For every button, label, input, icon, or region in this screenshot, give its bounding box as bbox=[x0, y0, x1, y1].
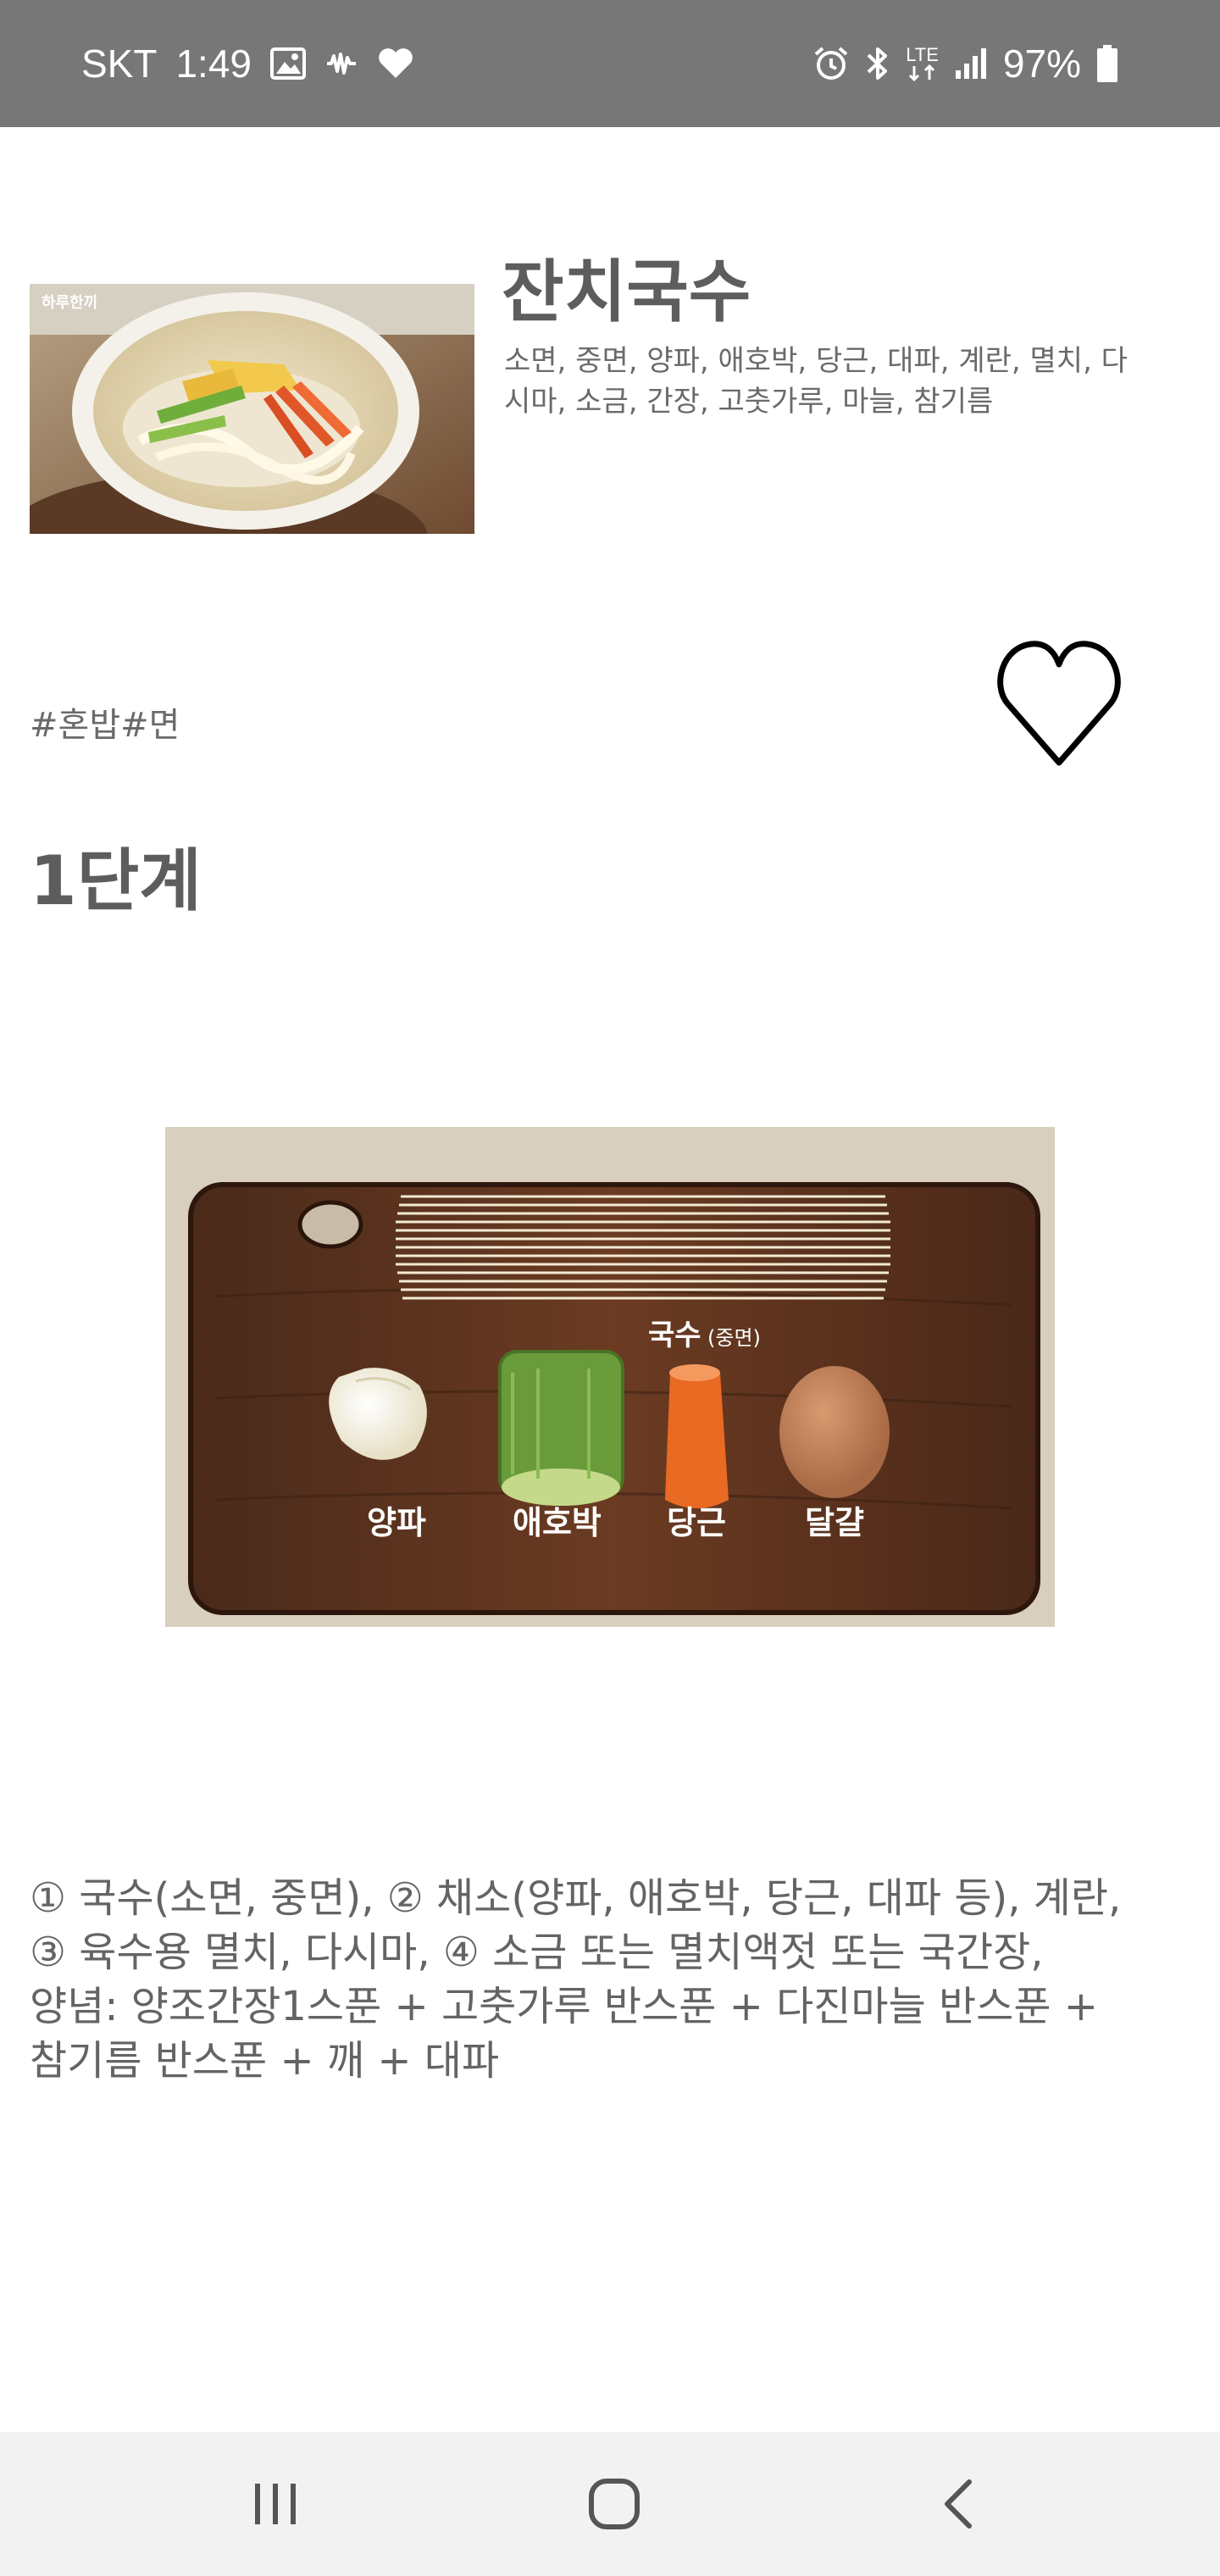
back-button[interactable] bbox=[873, 2432, 1042, 2576]
clock: 1:49 bbox=[175, 42, 252, 86]
zucchini-label: 애호박 bbox=[513, 1504, 602, 1541]
recipe-title: 잔치국수 bbox=[502, 253, 751, 331]
step-description: ① 국수(소면, 중면), ② 채소(양파, 애호박, 당근, 대파 등), 계… bbox=[30, 1871, 1199, 2088]
bluetooth-icon bbox=[865, 44, 890, 83]
voicemail-icon bbox=[324, 51, 358, 76]
home-button[interactable] bbox=[530, 2432, 699, 2576]
navigation-bar bbox=[0, 2432, 1220, 2576]
egg-label: 달걀 bbox=[805, 1504, 864, 1541]
recipe-tags: #혼밥#면 bbox=[30, 706, 180, 745]
carrier-label: SKT bbox=[81, 42, 158, 86]
step-description-line: 양념: 양조간장1스푼 + 고춧가루 반스푼 + 다진마늘 반스푼 + bbox=[30, 1983, 1098, 2030]
step-description-line: 참기름 반스푼 + 깨 + 대파 bbox=[30, 2037, 500, 2085]
status-right: LTE 97% bbox=[812, 0, 1118, 127]
recent-apps-button[interactable] bbox=[191, 2432, 360, 2576]
battery-icon bbox=[1096, 45, 1118, 82]
step-image: 국수 (중면) 양파 애호박 당근 달걀 bbox=[165, 1127, 1055, 1627]
heart-outline-icon bbox=[997, 641, 1121, 766]
lte-label: LTE bbox=[906, 44, 939, 65]
favorite-button[interactable] bbox=[991, 636, 1127, 771]
recent-apps-icon bbox=[255, 2484, 296, 2524]
back-icon bbox=[945, 2479, 972, 2529]
onion-label: 양파 bbox=[367, 1504, 426, 1541]
signal-icon bbox=[954, 47, 988, 80]
thumbnail-watermark: 하루한끼 bbox=[42, 294, 97, 312]
step-description-line: ③ 육수용 멸치, 다시마, ④ 소금 또는 멸치액젓 또는 국간장, bbox=[30, 1929, 1044, 1976]
noodles-label: 국수 bbox=[648, 1319, 702, 1352]
status-left: SKT 1:49 bbox=[81, 0, 414, 127]
step-title: 1단계 bbox=[30, 841, 202, 920]
battery-percent: 97% bbox=[1002, 42, 1081, 86]
carrot-label: 당근 bbox=[667, 1504, 726, 1541]
noodles-type-label: (중면) bbox=[707, 1326, 761, 1350]
lte-icon: LTE bbox=[906, 46, 939, 81]
status-bar: SKT 1:49 LTE 97% bbox=[0, 0, 1220, 127]
recipe-ingredients: 소면, 중면, 양파, 애호박, 당근, 대파, 계란, 멸치, 다시마, 소금… bbox=[504, 344, 1128, 419]
heart-icon bbox=[377, 47, 414, 80]
step-description-line: ① 국수(소면, 중면), ② 채소(양파, 애호박, 당근, 대파 등), 계… bbox=[30, 1874, 1122, 1922]
gallery-icon bbox=[270, 47, 306, 80]
home-icon bbox=[589, 2479, 640, 2529]
recipe-thumbnail[interactable]: 하루한끼 bbox=[30, 284, 474, 534]
alarm-icon bbox=[812, 45, 850, 82]
